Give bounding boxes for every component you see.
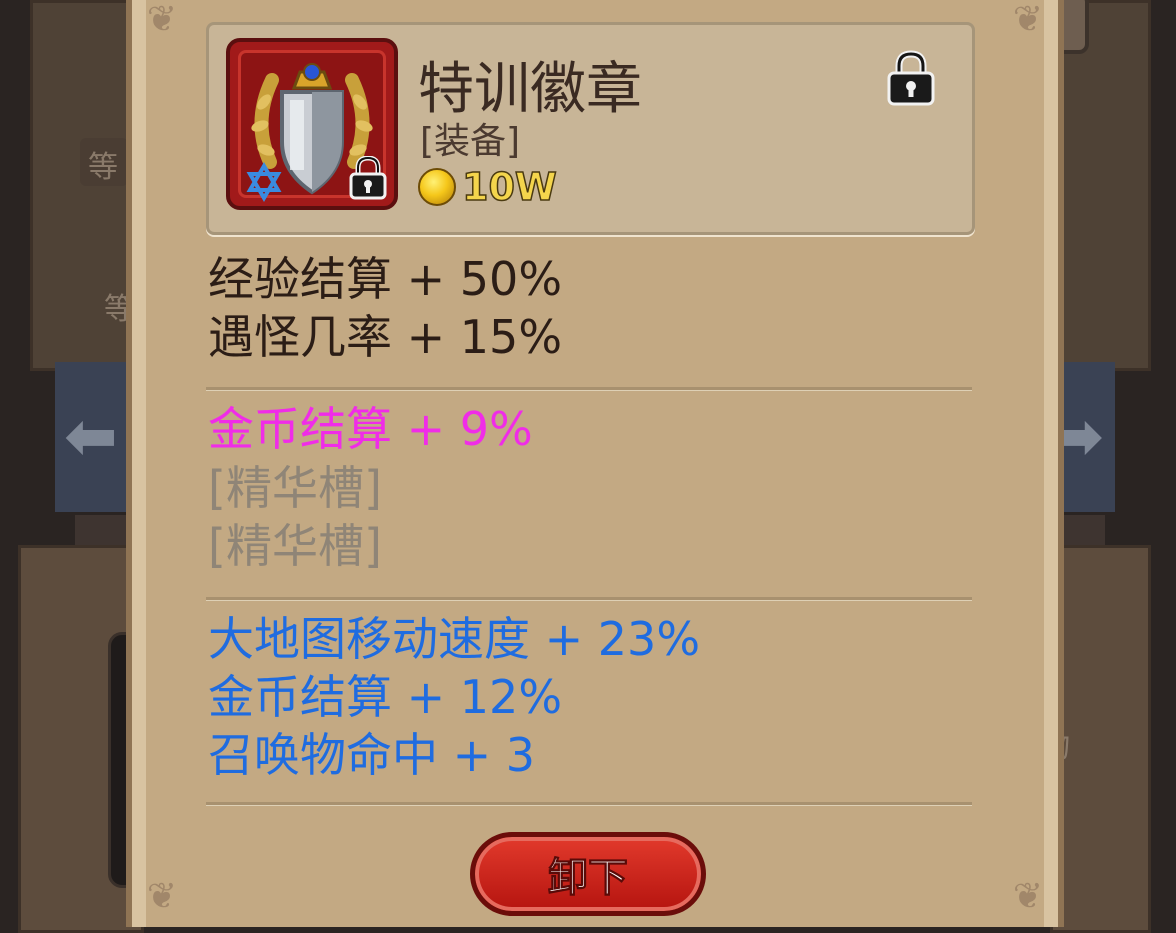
item-icon-frame[interactable] <box>226 38 398 210</box>
section-divider <box>206 802 972 805</box>
unequip-button[interactable]: 卸下 <box>470 832 706 916</box>
base-stat-line: 经验结算 + 50% <box>208 252 563 306</box>
base-stat-line: 遇怪几率 + 15% <box>208 310 563 364</box>
special-stat-line: 金币结算 + 9% <box>208 402 533 456</box>
gold-coin-icon <box>418 168 456 206</box>
corner-ornament-icon: ❦ <box>146 0 178 40</box>
bonus-stat-line: 召唤物命中 + 3 <box>208 728 536 782</box>
item-price: 10W <box>418 164 558 210</box>
arrow-left-icon[interactable]: ⬅ <box>64 400 118 474</box>
section-divider <box>206 387 972 390</box>
corner-ornament-icon: ❦ <box>1012 876 1044 917</box>
section-divider <box>206 597 972 600</box>
lock-icon <box>887 50 935 106</box>
background-label-1: 等 <box>88 150 118 185</box>
unequip-button-label: 卸下 <box>548 855 629 902</box>
corner-ornament-icon: ❦ <box>1012 0 1044 40</box>
bonus-stat-line: 大地图移动速度 + 23% <box>208 612 701 666</box>
lock-toggle-button[interactable] <box>886 50 936 110</box>
essence-slot[interactable]: [精华槽] <box>208 517 382 575</box>
essence-slot[interactable]: [精华槽] <box>208 459 382 517</box>
corner-ornament-icon: ❦ <box>146 876 178 917</box>
background-panel-right-top <box>1050 0 1151 371</box>
lock-icon <box>349 156 387 200</box>
item-type: [装备] <box>420 121 521 162</box>
item-price-value: 10W <box>461 164 557 210</box>
bonus-stat-line: 金币结算 + 12% <box>208 670 563 724</box>
